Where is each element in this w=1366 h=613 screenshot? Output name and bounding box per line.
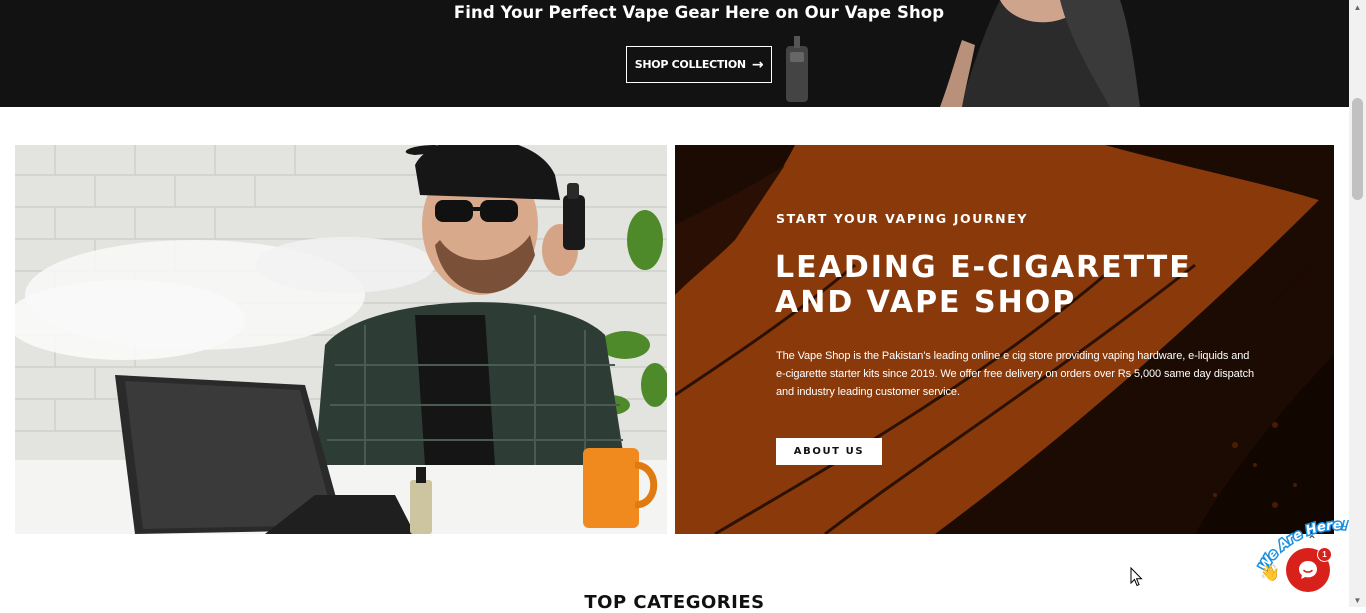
vaping-man-photo bbox=[15, 145, 667, 534]
promo-description: The Vape Shop is the Pakistan's leading … bbox=[776, 350, 1255, 398]
promo-panel: START YOUR VAPING JOURNEY LEADING E-CIGA… bbox=[675, 145, 1334, 534]
promo-title: LEADING E-CIGARETTE AND VAPE SHOP bbox=[775, 250, 1192, 320]
mouse-cursor-icon bbox=[1130, 567, 1143, 587]
shop-collection-button[interactable]: SHOP COLLECTION → bbox=[626, 46, 772, 83]
waving-hand-icon: 👋 bbox=[1260, 564, 1280, 582]
chat-unread-badge: 1 bbox=[1317, 547, 1332, 562]
about-us-button[interactable]: ABOUT US bbox=[776, 438, 882, 465]
scroll-to-top-button[interactable]: ⌃ bbox=[1301, 531, 1323, 549]
top-categories-heading: TOP CATEGORIES bbox=[584, 592, 765, 613]
scroll-up-arrow-icon[interactable]: ▲ bbox=[1349, 0, 1366, 14]
page-scrollbar[interactable]: ▲ ▼ bbox=[1349, 0, 1366, 607]
promo-title-line-2: AND VAPE SHOP bbox=[775, 285, 1077, 320]
shop-collection-label: SHOP COLLECTION bbox=[634, 58, 746, 71]
scroll-down-arrow-icon[interactable]: ▼ bbox=[1349, 593, 1366, 607]
chat-bubble-icon bbox=[1299, 561, 1317, 579]
brush-texture-background bbox=[675, 145, 1334, 534]
chevron-up-icon: ⌃ bbox=[1306, 533, 1318, 547]
arrow-right-icon: → bbox=[751, 56, 764, 73]
hero-banner: Find Your Perfect Vape Gear Here on Our … bbox=[0, 0, 1349, 107]
scroll-thumb[interactable] bbox=[1352, 98, 1363, 200]
hero-subtitle: Find Your Perfect Vape Gear Here on Our … bbox=[453, 3, 945, 22]
promo-title-line-1: LEADING E-CIGARETTE bbox=[775, 250, 1192, 285]
promo-eyebrow: START YOUR VAPING JOURNEY bbox=[776, 211, 1029, 226]
